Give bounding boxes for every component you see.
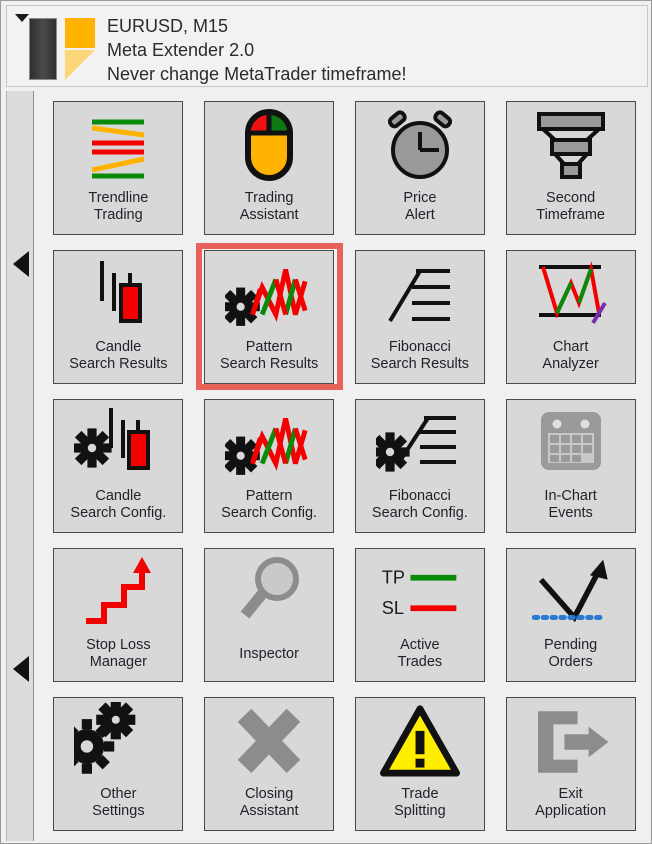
- symbol-timeframe: EURUSD, M15: [107, 16, 229, 36]
- tile-cell-inspector: Inspector: [194, 541, 345, 690]
- tile-label-pending-orders: Pending Orders: [544, 637, 598, 671]
- tile-label-inspector: Inspector: [239, 646, 299, 663]
- triangle-down-icon[interactable]: [15, 14, 29, 22]
- tile-label-fibonacci-search-config: Fibonacci Search Config.: [371, 487, 468, 521]
- tile-grid: Trendline Trading Trading Assistant Price …: [41, 91, 648, 841]
- alarm-clock-icon: [356, 102, 484, 190]
- tile-in-chart-events[interactable]: In-Chart Events: [505, 398, 636, 533]
- tile-label-pattern-search-config: Pattern Search Config.: [221, 487, 318, 521]
- gears-icon: [54, 698, 182, 786]
- tile-inspector[interactable]: Inspector: [204, 548, 335, 683]
- tile-candle-search-results[interactable]: Candle Search Results: [53, 249, 184, 384]
- tile-fibonacci-search-config[interactable]: Fibonacci Search Config.: [354, 398, 485, 533]
- header-text: EURUSD, M15 Meta Extender 2.0 Never chan…: [107, 14, 406, 86]
- tile-second-timeframe[interactable]: Second Timeframe: [505, 100, 636, 235]
- svg-text:SL: SL: [382, 598, 404, 618]
- tile-cell-in-chart-events: In-Chart Events: [495, 391, 646, 540]
- cross-icon: [205, 698, 333, 786]
- header-warning: Never change MetaTrader timeframe!: [107, 64, 407, 84]
- tile-chart-analyzer[interactable]: Chart Analyzer: [505, 249, 636, 384]
- tile-cell-trade-splitting: Trade Splitting: [345, 690, 496, 839]
- tile-fibonacci-search-results[interactable]: Fibonacci Search Results: [354, 249, 485, 384]
- tile-cell-exit-application: Exit Application: [495, 690, 646, 839]
- triangle-left-icon-top[interactable]: [13, 251, 29, 277]
- tile-closing-assistant[interactable]: Closing Assistant: [204, 697, 335, 832]
- tile-other-settings[interactable]: Other Settings: [53, 697, 184, 832]
- fibonacci-icon: [356, 251, 484, 339]
- mouse-icon: [205, 102, 333, 190]
- tile-stop-loss-manager[interactable]: Stop Loss Manager: [53, 548, 184, 683]
- gear-zigzag-icon: [205, 400, 333, 488]
- staircase-arrow-icon: [54, 549, 182, 637]
- tile-label-other-settings: Other Settings: [92, 786, 145, 820]
- tile-pattern-search-results[interactable]: Pattern Search Results: [204, 249, 335, 384]
- meta-extender-logo: [29, 15, 95, 81]
- tile-label-in-chart-events: In-Chart Events: [544, 487, 597, 521]
- tile-label-trade-splitting: Trade Splitting: [394, 786, 446, 820]
- tile-cell-chart-analyzer: Chart Analyzer: [495, 242, 646, 391]
- product-name: Meta Extender 2.0: [107, 40, 255, 60]
- tile-label-candle-search-config: Candle Search Config.: [70, 487, 167, 521]
- warning-triangle-icon: [356, 698, 484, 786]
- v-arrow-dotted-icon: [507, 549, 635, 637]
- tile-trade-splitting[interactable]: Trade Splitting: [354, 697, 485, 832]
- gear-fibonacci-icon: [356, 400, 484, 488]
- tile-cell-fibonacci-search-config: Fibonacci Search Config.: [345, 391, 496, 540]
- tile-pending-orders[interactable]: Pending Orders: [505, 548, 636, 683]
- chart-channel-icon: [507, 251, 635, 339]
- tile-label-stop-loss-manager: Stop Loss Manager: [86, 637, 151, 671]
- tile-cell-active-trades: TP SL Active Trades: [345, 541, 496, 690]
- tile-cell-candle-search-config: Candle Search Config.: [43, 391, 194, 540]
- tile-cell-trendline-trading: Trendline Trading: [43, 93, 194, 242]
- magnifier-icon: [205, 549, 333, 637]
- tile-trading-assistant[interactable]: Trading Assistant: [204, 100, 335, 235]
- tile-cell-trading-assistant: Trading Assistant: [194, 93, 345, 242]
- tile-label-exit-application: Exit Application: [535, 786, 607, 820]
- tile-cell-other-settings: Other Settings: [43, 690, 194, 839]
- svg-text:TP: TP: [382, 568, 405, 588]
- triangle-left-icon-bottom[interactable]: [13, 656, 29, 682]
- tile-cell-fibonacci-search-results: Fibonacci Search Results: [345, 242, 496, 391]
- logo-square: [65, 18, 95, 48]
- candlestick-icon: [54, 251, 182, 339]
- tile-candle-search-config[interactable]: Candle Search Config.: [53, 398, 184, 533]
- tile-label-pattern-search-results: Pattern Search Results: [219, 338, 319, 372]
- tile-cell-closing-assistant: Closing Assistant: [194, 690, 345, 839]
- tile-label-active-trades: Active Trades: [397, 637, 443, 671]
- panel-header: EURUSD, M15 Meta Extender 2.0 Never chan…: [6, 5, 648, 87]
- calendar-icon: [507, 400, 635, 488]
- tile-cell-pending-orders: Pending Orders: [495, 541, 646, 690]
- tile-label-closing-assistant: Closing Assistant: [239, 786, 299, 820]
- tile-cell-pattern-search-config: Pattern Search Config.: [194, 391, 345, 540]
- logo-triangle: [65, 50, 95, 80]
- gear-candlestick-icon: [54, 400, 182, 488]
- meta-extender-panel: EURUSD, M15 Meta Extender 2.0 Never chan…: [0, 0, 652, 844]
- exit-arrow-icon: [507, 698, 635, 786]
- tile-trendline-trading[interactable]: Trendline Trading: [53, 100, 184, 235]
- tile-label-chart-analyzer: Chart Analyzer: [542, 338, 599, 372]
- tile-label-second-timeframe: Second Timeframe: [536, 189, 605, 223]
- tile-label-price-alert: Price Alert: [403, 189, 437, 223]
- tile-cell-second-timeframe: Second Timeframe: [495, 93, 646, 242]
- tile-cell-pattern-search-results: Pattern Search Results: [194, 242, 345, 391]
- tile-price-alert[interactable]: Price Alert: [354, 100, 485, 235]
- logo-bar: [29, 18, 57, 80]
- tile-cell-price-alert: Price Alert: [345, 93, 496, 242]
- tile-label-fibonacci-search-results: Fibonacci Search Results: [370, 338, 470, 372]
- tp-sl-lines-icon: TP SL: [356, 549, 484, 637]
- tile-active-trades[interactable]: TP SL Active Trades: [354, 548, 485, 683]
- tile-label-trading-assistant: Trading Assistant: [239, 189, 299, 223]
- tile-cell-candle-search-results: Candle Search Results: [43, 242, 194, 391]
- tile-label-trendline-trading: Trendline Trading: [88, 189, 149, 223]
- tile-cell-stop-loss-manager: Stop Loss Manager: [43, 541, 194, 690]
- left-rail[interactable]: [6, 91, 34, 841]
- funnel-icon: [507, 102, 635, 190]
- tile-exit-application[interactable]: Exit Application: [505, 697, 636, 832]
- gear-zigzag-icon: [205, 251, 333, 339]
- trendline-lines-icon: [54, 102, 182, 190]
- tile-label-candle-search-results: Candle Search Results: [69, 338, 168, 372]
- tile-pattern-search-config[interactable]: Pattern Search Config.: [204, 398, 335, 533]
